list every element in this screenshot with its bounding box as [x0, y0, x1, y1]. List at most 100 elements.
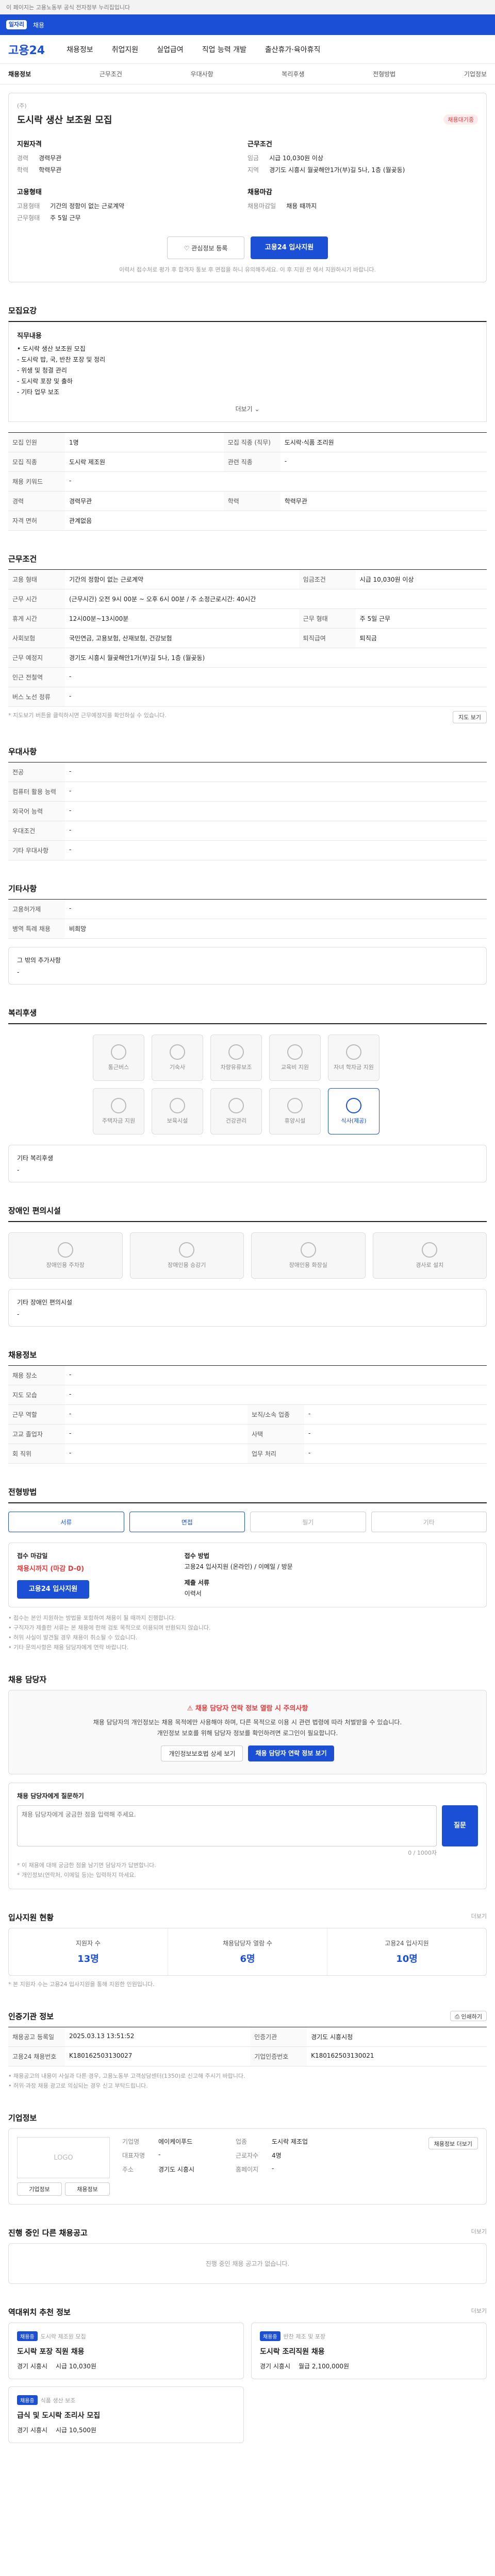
map-button[interactable]: 지도 보기	[453, 711, 487, 723]
print-button[interactable]: ⎙ 인쇄하기	[450, 2011, 487, 2021]
stat-label: 고용24 입사지원	[385, 1940, 429, 1947]
stat-value: 6명	[240, 1954, 255, 1964]
site-logo[interactable]: 고용24	[8, 41, 45, 58]
facility-label: 장애인용 주차장	[46, 1262, 85, 1268]
recommend-card-top: 채용중 반찬 제조 및 포장	[260, 2331, 478, 2341]
career-value: 경력무관	[39, 155, 62, 162]
section-tab-4[interactable]: 전형방법	[373, 70, 395, 78]
company-jobs-button[interactable]: 채용정보	[65, 2182, 110, 2196]
recommend-card[interactable]: 채용중 반찬 제조 및 포장 도시락 조리직원 채용 경기 시흥시 월급 2,100,0…	[251, 2323, 487, 2379]
company-row-label: 근로자수	[236, 2152, 259, 2159]
global-nav: 고용24 채용정보 취업지원 실업급여 직업 능력 개발 출산휴가·육아휴직	[0, 35, 495, 64]
row-label: 학력	[223, 491, 280, 511]
apply-button-2[interactable]: 고용24 입사지원	[17, 1580, 89, 1599]
row-label: 임금조건	[299, 569, 356, 589]
gnb-item-4[interactable]: 출산휴가·육아휴직	[265, 44, 321, 55]
apply-button[interactable]: 고용24 입사지원	[251, 236, 328, 259]
gov-notice-bar: 이 페이지는 고용노동부 공식 전자정부 누리집입니다	[0, 0, 495, 14]
gnb-item-0[interactable]: 채용정보	[67, 44, 93, 55]
row-value: -	[304, 1404, 487, 1425]
career-label: 경력	[17, 155, 29, 162]
qa-submit-button[interactable]: 질문	[442, 1805, 478, 1846]
welfare-label: 통근버스	[108, 1064, 129, 1071]
qa-input[interactable]	[17, 1805, 437, 1846]
row-label: 인증기관	[250, 2027, 307, 2047]
recommend-pay: 시급 10,030원	[56, 2363, 96, 2370]
recommend-location: 경기 시흥시	[17, 2427, 48, 2434]
table-row: 모집 직종 도시락 제조원 관련 직종 -	[8, 452, 487, 472]
extra-info-heading: 그 밖의 추가사항	[17, 957, 61, 964]
stats-heading: 입사지원 현황	[8, 1913, 54, 1922]
gnb-item-3[interactable]: 직업 능력 개발	[202, 44, 246, 55]
recommend-section: 역대위치 추천 정보 더보기 채용중 도시락 제조원 모집 도시락 포장 직원 채용…	[8, 2307, 487, 2443]
print-label: 인쇄하기	[461, 2013, 482, 2020]
facility-label: 장애인용 승강기	[168, 1262, 206, 1268]
recommend-card[interactable]: 채용중 식품 생산 보조 급식 및 도시락 조리사 모집 경기 시흥시 시급 10,50…	[8, 2386, 244, 2443]
heart-icon: ♡	[184, 245, 192, 252]
recommend-card[interactable]: 채용중 도시락 제조원 모집 도시락 포장 직원 채용 경기 시흥시 시급 10,030…	[8, 2323, 244, 2379]
row-value: -	[65, 1404, 248, 1425]
welfare-tile: 식사(제공)	[328, 1088, 380, 1134]
recommend-tag: 채용중	[260, 2331, 280, 2341]
company-more-button[interactable]: 채용정보 더보기	[428, 2137, 478, 2149]
contact-heading: 채용 담당자	[8, 1675, 47, 1684]
row-value: -	[65, 1385, 487, 1405]
welfare-tile: 차량유류보조	[210, 1035, 262, 1081]
company-section: 기업정보 LOGO 기업정보 채용정보 기업명 에이케이푸드 업종 도시락 제조업 대표…	[8, 2112, 487, 2205]
company-row-value: 에이케이푸드	[158, 2138, 193, 2145]
row-value: 비희망	[65, 919, 487, 939]
gnb-item-2[interactable]: 실업급여	[157, 44, 184, 55]
work-heading: 근무조건	[8, 554, 37, 564]
section-tab-1[interactable]: 근무조건	[100, 70, 122, 78]
section-tab-5[interactable]: 기업정보	[464, 70, 487, 78]
section-tab-2[interactable]: 우대사항	[191, 70, 213, 78]
company-info-button[interactable]: 기업정보	[17, 2182, 62, 2196]
recommend-more-link[interactable]: 더보기	[471, 2307, 487, 2323]
scrap-button[interactable]: ♡ 관심정보 등록	[167, 236, 244, 259]
note-line: • 접수는 본인 지원하는 방법을 포함하여 채용이 될 때까지 진행합니다.	[8, 1615, 176, 1621]
stat-value: 10명	[396, 1954, 418, 1964]
duty-lines: • 도시락 생산 보조원 모집 - 도시락 밥, 국, 반찬 포장 및 정리 - 위…	[17, 344, 478, 396]
other-jobs-more-link[interactable]: 더보기	[471, 2227, 487, 2243]
prefer-table: 전공 - 컴퓨터 활용 능력 - 외국어 능력 - 우대조건 - 기타 우대사항 -	[8, 762, 487, 860]
contact-warning-box: ⚠ 채용 담당자 연락 정보 열람 시 주의사항 채용 담당자의 개인정보는 채…	[8, 1690, 487, 1774]
row-value: 도시락·식품 조리원	[280, 432, 487, 452]
row-value: 시급 10,030원 이상	[355, 569, 487, 589]
company-row: 기업명 에이케이푸드 업종 도시락 제조업	[122, 2137, 416, 2146]
duty-line: - 도시락 밥, 국, 반찬 포장 및 정리	[17, 356, 106, 363]
manager-notes: • 채용공고의 내용이 사실과 다른 경우, 고용노동부 고객상담센터(1350…	[8, 2072, 487, 2090]
recommend-cards: 채용중 도시락 제조원 모집 도시락 포장 직원 채용 경기 시흥시 시급 10,030…	[8, 2323, 487, 2443]
table-row: 근무 예정지 경기도 시흥시 월곶해안1가(부)길 5나, 1층 (월곶동)	[8, 648, 487, 668]
welfare-icon	[111, 1098, 126, 1113]
company-row-label: 대표자명	[122, 2152, 145, 2159]
row-label: 외국어 능력	[8, 801, 65, 821]
welfare-label: 교육비 지원	[280, 1064, 309, 1071]
company-box: LOGO 기업정보 채용정보 기업명 에이케이푸드 업종 도시락 제조업 대표자명 - 근로…	[8, 2128, 487, 2205]
row-label: 채용 키워드	[8, 471, 65, 492]
deadline-value: 채용 때까지	[286, 202, 317, 210]
prefer-section: 우대사항 전공 - 컴퓨터 활용 능력 - 외국어 능력 - 우대조건 - 기타 우대사항 -	[8, 746, 487, 860]
privacy-law-button[interactable]: 개인정보보호법 상세 보기	[161, 1745, 243, 1761]
row-value: -	[65, 1424, 248, 1444]
row-label: 모집 직종	[8, 452, 65, 472]
deadline-heading: 채용마감	[248, 189, 272, 196]
welfare-heading: 복리후생	[8, 1008, 37, 1018]
section-tab-3[interactable]: 복리후생	[282, 70, 304, 78]
row-label: 컴퓨터 활용 능력	[8, 782, 65, 802]
work-section: 근무조건 고용 형태 기간의 정함이 없는 근로계약 임금조건 시급 10,030원 …	[8, 553, 487, 723]
job-summary-card: (주) 도시락 생산 보조원 모집 채용대기중 지원자격 경력 경력무관 학력 학력…	[8, 93, 487, 282]
facility-tile: 장애인용 화장실	[251, 1232, 366, 1279]
row-value: 경력무관	[65, 491, 224, 511]
duty-more-button[interactable]: 더보기 ⌄	[17, 404, 478, 413]
brand-logo[interactable]: 일자리	[6, 20, 27, 29]
table-row: 채용공고 등록일 2025.03.13 13:51:52 인증기관 경기도 시흥시청	[8, 2027, 487, 2047]
qa-counter: 0 / 1000자	[408, 1850, 437, 1856]
section-tab-0[interactable]: 채용정보	[8, 70, 31, 78]
row-label: 우대조건	[8, 821, 65, 841]
table-row: 고교 졸업자 - 사택 -	[8, 1424, 487, 1444]
hours-label: 근무형태	[17, 214, 40, 222]
stats-more-link[interactable]: 더보기	[471, 1912, 487, 1928]
qa-notes: * 이 채용에 대해 궁금한 점을 남기면 담당자가 답변합니다. * 개인정보(…	[17, 1861, 478, 1879]
show-contact-button[interactable]: 채용 담당자 연락 정보 보기	[248, 1745, 334, 1761]
gnb-item-1[interactable]: 취업지원	[112, 44, 139, 55]
